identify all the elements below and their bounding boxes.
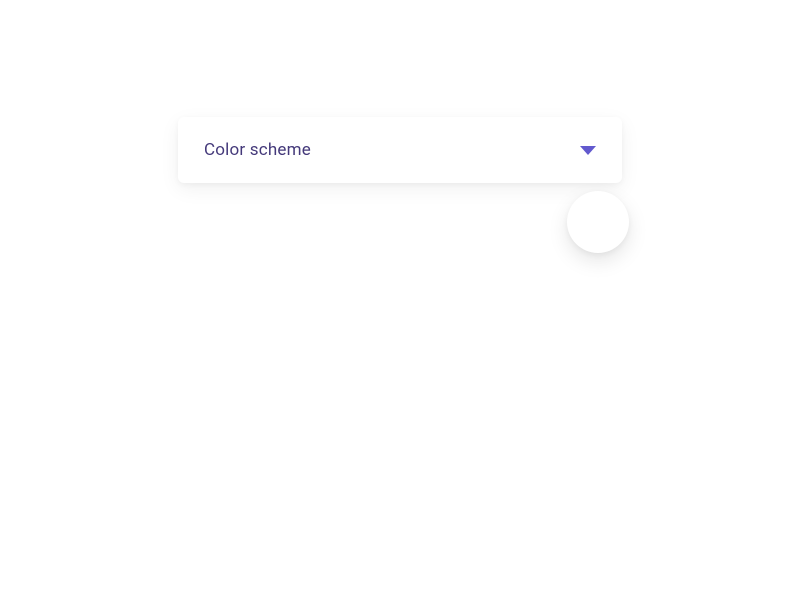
floating-action-button[interactable] bbox=[567, 191, 629, 253]
chevron-down-icon bbox=[580, 146, 596, 155]
dropdown-label: Color scheme bbox=[204, 140, 311, 160]
color-scheme-dropdown[interactable]: Color scheme bbox=[178, 117, 622, 183]
